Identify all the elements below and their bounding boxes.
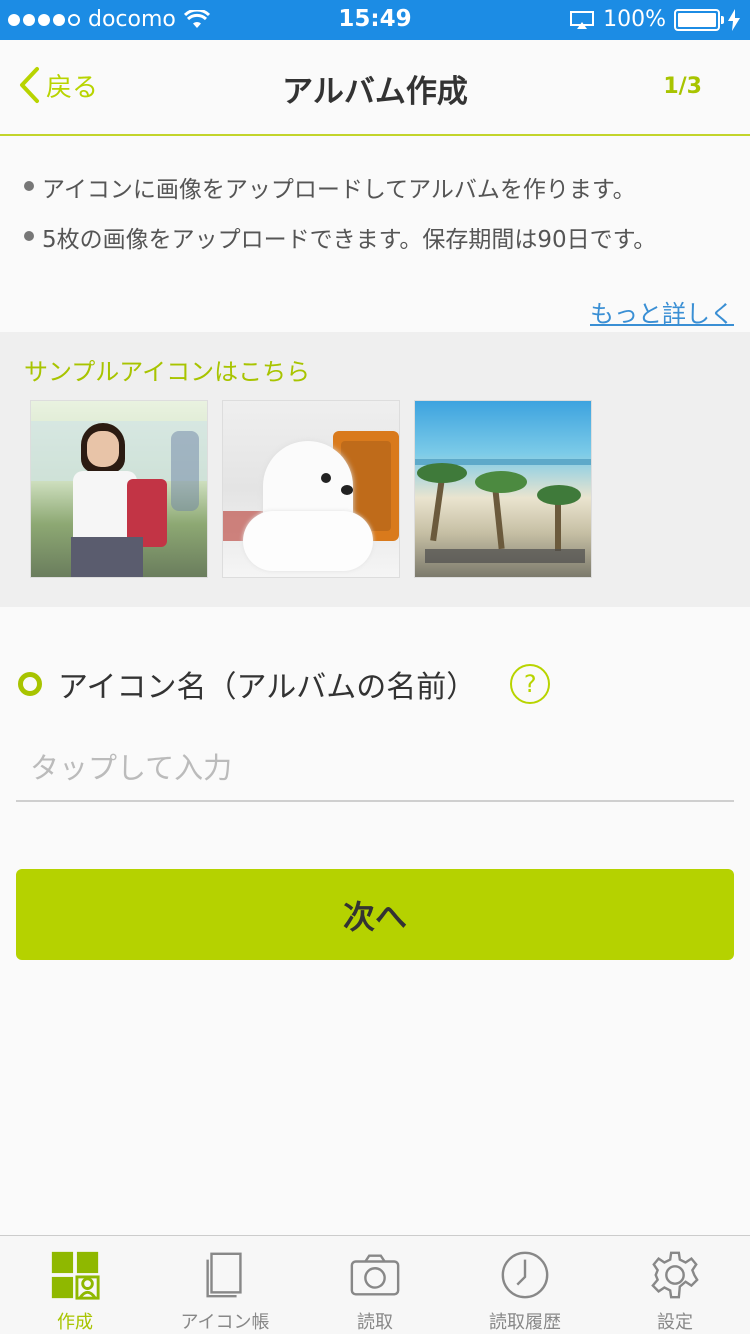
album-name-input[interactable] xyxy=(16,736,734,802)
battery-icon xyxy=(674,8,724,31)
tab-create[interactable]: 作成 xyxy=(0,1236,150,1334)
battery-percent: 100% xyxy=(603,7,666,32)
gear-icon xyxy=(651,1251,699,1299)
intro-bullet: 5枚の画像をアップロードできます。保存期間は90日です。 xyxy=(22,220,742,254)
status-bar: docomo 15:49 100% xyxy=(0,0,750,40)
camera-icon xyxy=(350,1254,400,1296)
next-button[interactable]: 次へ xyxy=(16,869,734,960)
create-icon xyxy=(51,1251,100,1300)
sample-title: サンプルアイコンはこちら xyxy=(24,358,311,386)
airplay-icon xyxy=(570,10,595,29)
sample-thumbnail-beach[interactable] xyxy=(414,400,592,578)
sample-thumbnail-dog[interactable] xyxy=(222,400,400,578)
tab-label: 読取履歴 xyxy=(489,1312,561,1333)
intro-bullet: アイコンに画像をアップロードしてアルバムを作ります。 xyxy=(22,170,742,204)
tab-scan[interactable]: 読取 xyxy=(300,1236,450,1334)
tab-label: アイコン帳 xyxy=(180,1312,270,1333)
sample-section: サンプルアイコンはこちら xyxy=(0,332,750,607)
clock-icon xyxy=(501,1251,549,1299)
required-marker-icon xyxy=(18,672,42,696)
icon-book-icon xyxy=(206,1252,242,1298)
tab-settings[interactable]: 設定 xyxy=(600,1236,750,1334)
charging-icon xyxy=(728,8,740,31)
tab-icon-book[interactable]: アイコン帳 xyxy=(150,1236,300,1334)
step-indicator: 1/3 xyxy=(663,74,702,99)
status-right: 100% xyxy=(569,7,740,32)
tab-label: 作成 xyxy=(57,1312,93,1333)
nav-bar: 戻る アルバム作成 1/3 xyxy=(0,40,750,136)
album-name-label: アイコン名（アルバムの名前） ? xyxy=(18,662,551,706)
more-details-link[interactable]: もっと詳しく xyxy=(590,294,734,329)
intro-list: アイコンに画像をアップロードしてアルバムを作ります。 5枚の画像をアップロードで… xyxy=(22,170,742,270)
page-title: アルバム作成 xyxy=(282,74,468,110)
sample-thumbnail-girl[interactable] xyxy=(30,400,208,578)
album-name-label-text: アイコン名（アルバムの名前） xyxy=(58,670,477,705)
tab-bar: 作成 アイコン帳 読取 読取履歴 設定 xyxy=(0,1235,750,1334)
tab-label: 設定 xyxy=(657,1312,693,1333)
help-icon[interactable]: ? xyxy=(510,664,551,704)
tab-history[interactable]: 読取履歴 xyxy=(450,1236,600,1334)
tab-label: 読取 xyxy=(357,1312,393,1333)
